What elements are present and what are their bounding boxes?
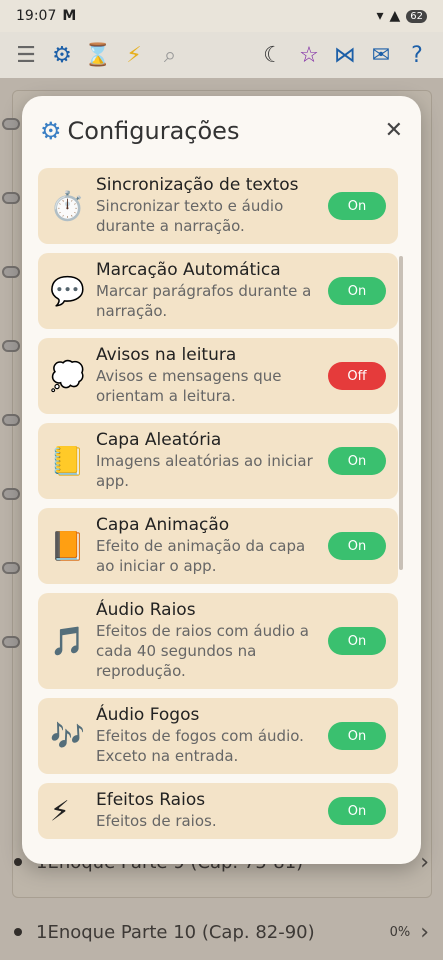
toggle-switch[interactable]: On — [328, 627, 386, 655]
menu-icon[interactable]: ☰ — [8, 37, 44, 73]
toggle-switch[interactable]: On — [328, 532, 386, 560]
gear-icon: ⚙ — [40, 117, 62, 145]
setting-item: 🎶 Áudio Fogos Efeitos de fogos com áudio… — [38, 698, 398, 774]
clock: 19:07 — [16, 8, 57, 24]
toggle-switch[interactable]: On — [328, 192, 386, 220]
dialog-title: Configurações — [67, 117, 240, 145]
toggle-switch[interactable]: On — [328, 447, 386, 475]
music-note-icon: 🎵 — [50, 624, 85, 658]
toggle-switch[interactable]: On — [328, 722, 386, 750]
dialog-header: ⚙ Configurações — [22, 96, 421, 166]
share-icon[interactable]: ⋈ — [327, 37, 363, 73]
settings-list: ⏱️ Sincronização de textos Sincronizar t… — [38, 168, 402, 848]
setting-item: 💭 Avisos na leitura Avisos e mensagens q… — [38, 338, 398, 414]
toggle-switch[interactable]: On — [328, 277, 386, 305]
close-icon[interactable]: ✕ — [385, 118, 403, 143]
help-icon[interactable]: ? — [399, 37, 435, 73]
battery-icon: 62 — [406, 9, 427, 23]
scrollbar[interactable] — [399, 256, 403, 570]
setting-item: 🎵 Áudio Raios Efeitos de raios com áudio… — [38, 593, 398, 689]
lightning-icon: ⚡ — [50, 794, 70, 828]
toggle-switch[interactable]: Off — [328, 362, 386, 390]
wifi-icon: ▾ — [376, 8, 384, 24]
signal-icon: ▲ — [389, 8, 401, 24]
book-icon: 📙 — [50, 529, 85, 563]
setting-item: 📙 Capa Animação Efeito de animação da ca… — [38, 508, 398, 584]
setting-item: 📒 Capa Aleatória Imagens aleatórias ao i… — [38, 423, 398, 499]
moon-icon[interactable]: ☾ — [255, 37, 291, 73]
search-icon[interactable]: ⌕ — [152, 37, 188, 73]
status-bar: 19:07 M ▾ ▲ 62 — [0, 0, 443, 32]
hourglass-icon[interactable]: ⌛ — [80, 37, 116, 73]
music-notes-icon: 🎶 — [50, 719, 85, 753]
star-icon[interactable]: ☆ — [291, 37, 327, 73]
setting-item: 💬 Marcação Automática Marcar parágrafos … — [38, 253, 398, 329]
app-toolbar: ☰ ⚙ ⌛ ⚡ ⌕ ☾ ☆ ⋈ ✉ ? — [0, 32, 443, 78]
mail-icon[interactable]: ✉ — [363, 37, 399, 73]
lightning-icon[interactable]: ⚡ — [116, 37, 152, 73]
setting-item: ⚡ Efeitos Raios Efeitos de raios. On — [38, 783, 398, 839]
gear-icon[interactable]: ⚙ — [44, 37, 80, 73]
toggle-switch[interactable]: On — [328, 797, 386, 825]
setting-item: ⏱️ Sincronização de textos Sincronizar t… — [38, 168, 398, 244]
gmail-icon: M — [62, 8, 77, 24]
notebook-icon: 📒 — [50, 444, 85, 478]
stopwatch-icon: ⏱️ — [50, 189, 85, 223]
speech-bubble-icon: 💬 — [50, 274, 85, 308]
settings-dialog: ⚙ Configurações ✕ ⏱️ Sincronização de te… — [22, 96, 421, 864]
thought-bubble-icon: 💭 — [50, 359, 85, 393]
setting-title: Áudio Raios — [96, 600, 196, 620]
